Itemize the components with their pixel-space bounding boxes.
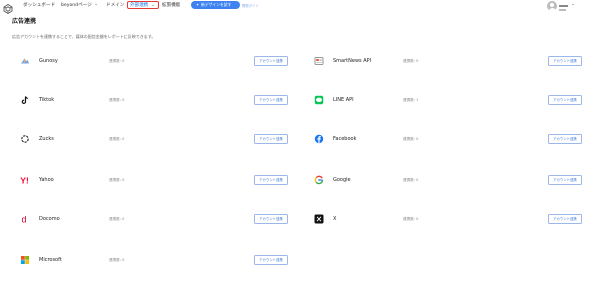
integration-row-yahoo: Y! Yahoo 連携数: 0 アカウント連携 bbox=[12, 172, 288, 188]
nav-external-integration[interactable]: 外部連携 ⌄ bbox=[127, 1, 159, 9]
gunosy-icon bbox=[20, 56, 30, 66]
integration-name: Microsoft bbox=[39, 257, 62, 263]
nav-external-integration-label: 外部連携 bbox=[130, 3, 149, 9]
try-new-design-button[interactable]: ✦ 新デザインを試す bbox=[191, 1, 240, 9]
chevron-down-icon: ⌄ bbox=[151, 3, 155, 9]
user-avatar-icon[interactable] bbox=[547, 1, 557, 11]
integration-count: 連携数: 0 bbox=[109, 97, 125, 102]
integration-row-x: X 連携数: 0 アカウント連携 bbox=[306, 211, 582, 227]
x-icon bbox=[314, 214, 324, 224]
svg-text:Y!: Y! bbox=[20, 175, 29, 185]
integration-count: 連携数: 0 bbox=[109, 58, 125, 63]
integration-name: SmartNews API bbox=[333, 58, 372, 64]
facebook-icon bbox=[314, 134, 324, 144]
connect-account-button[interactable]: アカウント連携 bbox=[548, 134, 582, 144]
smartnews-icon bbox=[314, 56, 324, 66]
connect-account-button[interactable]: アカウント連携 bbox=[254, 95, 288, 105]
user-name[interactable] bbox=[559, 5, 568, 7]
integration-count: 連携数: 1 bbox=[403, 97, 419, 102]
integration-count: 連携数: 0 bbox=[403, 177, 419, 182]
integration-count: 連携数: 0 bbox=[403, 216, 419, 221]
connect-account-button[interactable]: アカウント連携 bbox=[548, 175, 582, 185]
connect-account-button[interactable]: アカウント連携 bbox=[254, 255, 288, 265]
page-title: 広告連携 bbox=[12, 18, 37, 25]
integration-count: 連携数: 0 bbox=[109, 257, 125, 262]
integration-count: 連携数: 0 bbox=[109, 136, 125, 141]
integration-row-line: LINE API 連携数: 1 アカウント連携 bbox=[306, 92, 582, 108]
connect-account-button[interactable]: アカウント連携 bbox=[254, 175, 288, 185]
nav-dashboard[interactable]: ダッシュボード bbox=[23, 3, 55, 8]
guide-link[interactable]: 開発ガイド bbox=[242, 4, 259, 8]
yahoo-icon: Y! bbox=[20, 175, 30, 185]
integration-count: 連携数: 0 bbox=[403, 136, 419, 141]
chevron-down-icon[interactable]: ⌄ bbox=[571, 2, 575, 7]
integration-row-smartnews: SmartNews API 連携数: 0 アカウント連携 bbox=[306, 53, 582, 69]
nav-beyond-pages[interactable]: beyondページ bbox=[61, 3, 92, 8]
nav-domain[interactable]: ドメイン bbox=[106, 3, 124, 8]
integration-name: Google bbox=[333, 177, 351, 183]
line-icon bbox=[314, 95, 324, 105]
integration-row-zucks: Zucks 連携数: 0 アカウント連携 bbox=[12, 131, 288, 147]
connect-account-button[interactable]: アカウント連携 bbox=[254, 134, 288, 144]
chevron-down-icon[interactable]: ⌄ bbox=[94, 2, 98, 7]
sparkle-icon: ✦ bbox=[196, 2, 200, 7]
docomo-icon: d bbox=[20, 214, 30, 224]
connect-account-button[interactable]: アカウント連携 bbox=[548, 95, 582, 105]
connect-account-button[interactable]: アカウント連携 bbox=[548, 56, 582, 66]
integration-name: Yahoo bbox=[39, 177, 54, 183]
nav-extensions[interactable]: 拡張機能 bbox=[162, 3, 180, 8]
integration-name: Gunosy bbox=[39, 58, 58, 64]
integration-row-docomo: d Docomo 連携数: 0 アカウント連携 bbox=[12, 211, 288, 227]
integration-row-gunosy: Gunosy 連携数: 0 アカウント連携 bbox=[12, 53, 288, 69]
integration-count: 連携数: 0 bbox=[403, 58, 419, 63]
google-icon bbox=[314, 175, 324, 185]
integration-name: X bbox=[333, 216, 337, 222]
top-navigation-bar: ダッシュボード beyondページ ⌄ ドメイン 外部連携 ⌄ 拡張機能 ✦ 新… bbox=[0, 0, 600, 15]
integration-row-microsoft: Microsoft 連携数: 0 アカウント連携 bbox=[12, 252, 288, 268]
integration-name: Zucks bbox=[39, 136, 54, 142]
integration-row-google: Google 連携数: 0 アカウント連携 bbox=[306, 172, 582, 188]
integration-count: 連携数: 0 bbox=[109, 216, 125, 221]
try-new-design-label: 新デザインを試す bbox=[201, 2, 232, 7]
integration-name: Facebook bbox=[333, 136, 357, 142]
integration-count: 連携数: 0 bbox=[109, 177, 125, 182]
connect-account-button[interactable]: アカウント連携 bbox=[254, 56, 288, 66]
integration-name: LINE API bbox=[333, 97, 354, 103]
zucks-icon bbox=[20, 134, 30, 144]
page-description: 広告アカウントを連携することで、媒体の配信金額をレポートに反映できます。 bbox=[12, 34, 156, 39]
integration-row-tiktok: Tiktok 連携数: 0 アカウント連携 bbox=[12, 92, 288, 108]
connect-account-button[interactable]: アカウント連携 bbox=[254, 214, 288, 224]
integration-name: Tiktok bbox=[39, 97, 55, 103]
user-subtitle bbox=[559, 9, 566, 11]
microsoft-icon bbox=[20, 255, 30, 265]
integration-row-facebook: Facebook 連携数: 0 アカウント連携 bbox=[306, 131, 582, 147]
connect-account-button[interactable]: アカウント連携 bbox=[548, 214, 582, 224]
tiktok-icon bbox=[20, 95, 30, 105]
svg-text:d: d bbox=[22, 215, 27, 224]
integration-name: Docomo bbox=[39, 216, 60, 222]
app-logo-icon[interactable] bbox=[2, 0, 14, 15]
